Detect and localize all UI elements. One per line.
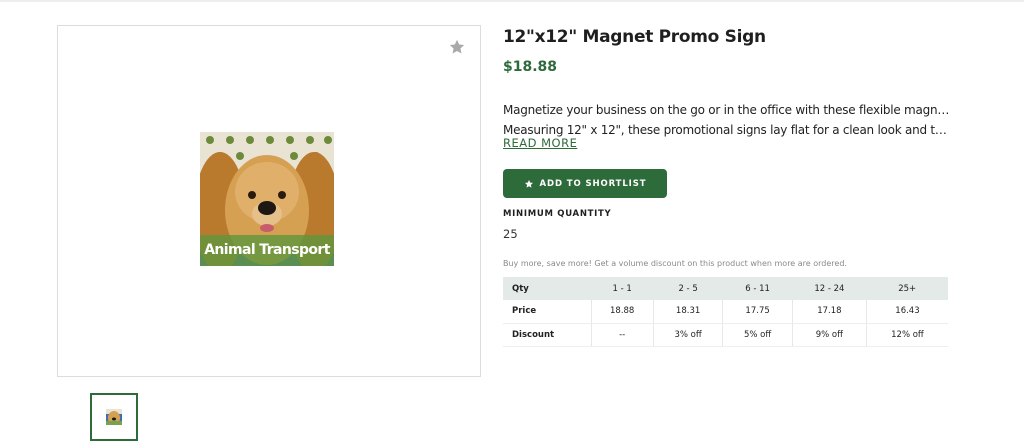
- product-description: Magnetize your business on the go or in …: [503, 100, 953, 140]
- table-cell: 17.75: [722, 300, 793, 324]
- table-header-row: Qty 1 - 1 2 - 5 6 - 11 12 - 24 25+: [503, 277, 948, 300]
- price-row-label: Price: [503, 300, 592, 324]
- description-line: Magnetize your business on the go or in …: [503, 103, 953, 117]
- table-cell: --: [591, 323, 654, 347]
- qty-column-header: 6 - 11: [722, 277, 793, 300]
- table-cell: 12% off: [866, 323, 948, 347]
- top-divider: [0, 0, 1024, 2]
- table-cell: 17.18: [792, 300, 867, 324]
- table-cell: 18.88: [591, 300, 654, 324]
- qty-column-header: 12 - 24: [792, 277, 867, 300]
- qty-column-header: 25+: [866, 277, 948, 300]
- volume-discount-note: Buy more, save more! Get a volume discou…: [503, 259, 847, 268]
- thumbnail-image: [106, 409, 122, 425]
- volume-pricing-table: Qty 1 - 1 2 - 5 6 - 11 12 - 24 25+ Price…: [503, 277, 948, 347]
- product-price: $18.88: [503, 59, 558, 75]
- product-title: 12"x12" Magnet Promo Sign: [503, 27, 766, 47]
- add-to-shortlist-button[interactable]: ADD TO SHORTLIST: [503, 169, 667, 198]
- product-main-image[interactable]: Animal Transport: [200, 132, 334, 266]
- table-cell: 5% off: [722, 323, 793, 347]
- table-cell: 9% off: [792, 323, 867, 347]
- discount-row-label: Discount: [503, 323, 592, 347]
- qty-column-header: 1 - 1: [591, 277, 654, 300]
- add-to-shortlist-label: ADD TO SHORTLIST: [539, 178, 647, 189]
- table-cell: 18.31: [653, 300, 724, 324]
- qty-header: Qty: [503, 277, 591, 300]
- product-image-viewer: Animal Transport: [57, 25, 481, 377]
- table-cell: 16.43: [866, 300, 948, 324]
- star-icon: [524, 179, 533, 188]
- product-thumbnail[interactable]: [90, 393, 138, 441]
- qty-column-header: 2 - 5: [653, 277, 723, 300]
- minimum-quantity-label: MINIMUM QUANTITY: [503, 209, 612, 219]
- table-row: Discount -- 3% off 5% off 9% off 12% off: [503, 323, 948, 347]
- image-caption: Animal Transport: [200, 235, 334, 266]
- table-row: Price 18.88 18.31 17.75 17.18 16.43: [503, 300, 948, 324]
- read-more-link[interactable]: READ MORE: [503, 136, 577, 150]
- minimum-quantity-value: 25: [503, 227, 518, 241]
- favorite-star-icon[interactable]: [448, 38, 466, 56]
- table-cell: 3% off: [653, 323, 724, 347]
